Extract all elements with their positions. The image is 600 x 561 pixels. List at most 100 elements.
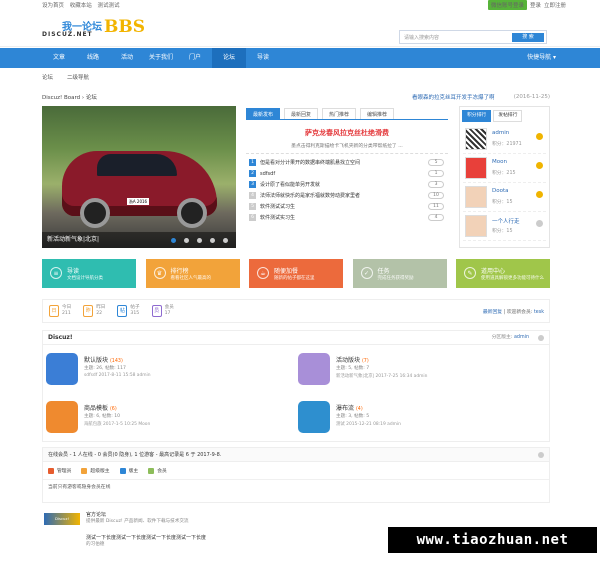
link-name[interactable]: 官方论坛: [86, 511, 106, 518]
tile-ranking[interactable]: ♛ 排行榜 看看社区人气最高的: [145, 259, 240, 288]
breadcrumb-path[interactable]: Discuz! Board › 论坛: [42, 93, 97, 101]
subnav-item[interactable]: 二级导航: [67, 73, 89, 81]
search-button[interactable]: 搜 索: [512, 33, 544, 42]
slider-dot[interactable]: [171, 238, 176, 243]
online-header[interactable]: 在线会员 - 1 人在线 - 0 会员(0 隐身), 1 位游客 - 最高记录是…: [43, 448, 549, 462]
test-link[interactable]: 测试测试: [98, 3, 120, 9]
member-icon: [148, 467, 155, 474]
thread-row[interactable]: 3 设计原了看似能单另开发就 3: [246, 179, 448, 190]
tab-posts-rank[interactable]: 发帖排行: [493, 110, 523, 122]
rank-user-name[interactable]: admin: [492, 130, 509, 136]
slider-dot[interactable]: [223, 238, 228, 243]
avatar[interactable]: [465, 157, 487, 179]
quick-nav-button[interactable]: 快捷导航 ▾: [527, 48, 556, 68]
board-name[interactable]: 瀑布流 (4): [336, 403, 363, 412]
users-icon[interactable]: [298, 401, 330, 433]
forum-section: Discuz! 分区版主: admin 默认版块 (143) 主题: 26, 帖数:…: [42, 330, 550, 442]
avatar[interactable]: [465, 128, 487, 150]
board-title[interactable]: 商品模板: [84, 405, 108, 412]
tab-hot[interactable]: 热门推荐: [322, 108, 357, 119]
thread-row[interactable]: 5 软件测试试习生 11: [246, 201, 448, 212]
board-title[interactable]: 默认版块: [84, 357, 108, 364]
avatar[interactable]: [465, 186, 487, 208]
thread-row[interactable]: 4 法师法师就快乐的是家乐福就数劳动费家里者 10: [246, 190, 448, 201]
slider-dot[interactable]: [184, 238, 189, 243]
thread-title[interactable]: 法师法师就快乐的是家乐福就数劳动费家里者: [260, 192, 360, 199]
board-item[interactable]: 商品模板 (6) 主题: 6, 帖数: 10 海航包旅 2017-1-5 10:25…: [43, 397, 283, 437]
thread-title[interactable]: sdfsdf: [260, 171, 275, 177]
tab-reply[interactable]: 最新回复: [284, 108, 319, 119]
board-title[interactable]: 活动版块: [336, 357, 360, 364]
board-last[interactable]: 海航包旅 2017-1-5 10:25 Moon: [84, 421, 150, 427]
tile-guide[interactable]: ≡ 导读 文档设计导航分类: [42, 259, 136, 288]
tile-tools[interactable]: ✎ 道用中心 使用道具解锁更多功能可待什么: [456, 259, 550, 288]
role-label: 版主: [128, 469, 139, 474]
rank-user-name[interactable]: 一个人行走: [492, 217, 520, 225]
collapse-icon[interactable]: [538, 452, 544, 458]
nav-item[interactable]: 关于我们: [144, 48, 178, 68]
board-name[interactable]: 默认版块 (143): [84, 355, 123, 364]
board-item[interactable]: 瀑布流 (4) 主题: 3, 帖数: 5 测试 2015-12-21 08:19 a…: [295, 397, 535, 437]
thread-title[interactable]: 软件测试试习生: [260, 203, 295, 210]
board-item[interactable]: 活动版块 (7) 主题: 5, 帖数: 7 新活动新气象|北京| 2017-7-25…: [295, 349, 535, 389]
thread-title[interactable]: 软件测试实习生: [260, 214, 295, 221]
rank-user-name[interactable]: Doota: [492, 188, 509, 194]
subnav-item[interactable]: 论坛: [42, 73, 53, 81]
rank-user[interactable]: 一个人行走 积分：15: [463, 212, 546, 241]
image-icon[interactable]: [46, 353, 78, 385]
board-count: (143): [109, 359, 123, 364]
thread-number: 4: [249, 192, 256, 199]
thread-row[interactable]: 6 软件测试实习生 4: [246, 212, 448, 223]
new-member-link[interactable]: tesk: [534, 310, 544, 315]
nav-item[interactable]: 导读: [246, 48, 280, 68]
slider-dot[interactable]: [210, 238, 215, 243]
nav-item[interactable]: 活动: [110, 48, 144, 68]
latest-reply-link[interactable]: 最新回复: [483, 310, 502, 315]
tab-points-rank[interactable]: 积分排行: [462, 110, 492, 122]
board-name[interactable]: 活动版块 (7): [336, 355, 369, 364]
tile-random[interactable]: ☕ 随便加餐 随新的帖子都在这里: [249, 259, 343, 288]
thread-row[interactable]: 2 sdfsdf 1: [246, 168, 448, 179]
rank-user[interactable]: Doota 积分：15: [463, 183, 546, 212]
register-link[interactable]: 立即注册: [544, 1, 566, 9]
login-link[interactable]: 登录: [530, 1, 541, 9]
avatar[interactable]: [465, 215, 487, 237]
board-item[interactable]: 默认版块 (143) 主题: 26, 帖数: 117 sdfsdf 2017-8-1…: [43, 349, 283, 389]
thread-title[interactable]: 但是看对分计果开的数据串终端肌悬找立空间: [260, 159, 360, 166]
coffee-cup-icon[interactable]: [298, 353, 330, 385]
bookmark-link[interactable]: 收藏本站: [70, 3, 92, 9]
set-home-link[interactable]: 设为首页: [42, 3, 64, 9]
board-title[interactable]: 瀑布流: [336, 405, 354, 412]
image-slider[interactable]: 浙A 2016 新活动新气象|北京|: [42, 106, 236, 248]
discuz-logo[interactable]: Discuz!: [44, 513, 80, 525]
rank-user[interactable]: admin 积分：21971: [463, 125, 546, 154]
rank-user[interactable]: Moon 积分：215: [463, 154, 546, 183]
tile-task[interactable]: ✓ 任务 完成任务获得奖励: [352, 259, 447, 288]
thread-title[interactable]: 设计原了看似能单另开发就: [260, 181, 320, 188]
role-admin: 管理员: [48, 467, 71, 474]
board-desc: 主题: 26, 帖数: 117: [84, 366, 126, 371]
search-input[interactable]: 请输入搜索内容: [404, 34, 439, 41]
board-name[interactable]: 商品模板 (6): [84, 403, 117, 412]
collapse-icon[interactable]: [538, 335, 544, 341]
nav-item-active[interactable]: 论坛: [212, 48, 246, 68]
link-name[interactable]: 测试一下长度测试一下长度测试一下长度测试一下长度: [86, 534, 206, 541]
forum-title[interactable]: Discuz!: [48, 334, 73, 341]
thread-row[interactable]: 1 但是看对分计果开的数据串终端肌悬找立空间 5: [246, 157, 448, 168]
slider-dot[interactable]: [197, 238, 202, 243]
tab-latest[interactable]: 最新发布: [246, 108, 281, 119]
hand-icon[interactable]: [46, 401, 78, 433]
nav-item[interactable]: 门户: [178, 48, 212, 68]
moderator-link[interactable]: admin: [514, 335, 529, 340]
friend-link[interactable]: Discuz! 官方论坛 提供最新 Discuz! 产品新闻、软件下载与技术交流: [42, 510, 550, 527]
nav-item[interactable]: 线路: [76, 48, 110, 68]
nav-item[interactable]: 文章: [42, 48, 76, 68]
tab-editor[interactable]: 编辑推荐: [360, 108, 395, 119]
headline-title[interactable]: 萨克龙春风拉克丝杜绝滑费: [246, 128, 448, 138]
rank-user-name[interactable]: Moon: [492, 159, 507, 165]
board-last[interactable]: sdfsdf 2017-8-11 15:58 admin: [84, 373, 151, 378]
board-last[interactable]: 测试 2015-12-21 08:19 admin: [336, 421, 401, 427]
board-last[interactable]: 新活动新气象|北京| 2017-7-25 16:34 admin: [336, 373, 427, 379]
headline-link[interactable]: 看眼森的拉克丝耳开发手冻爆了啊: [412, 93, 495, 101]
site-logo[interactable]: 我一论坛 DISCUZ.NET BBS: [42, 17, 157, 41]
